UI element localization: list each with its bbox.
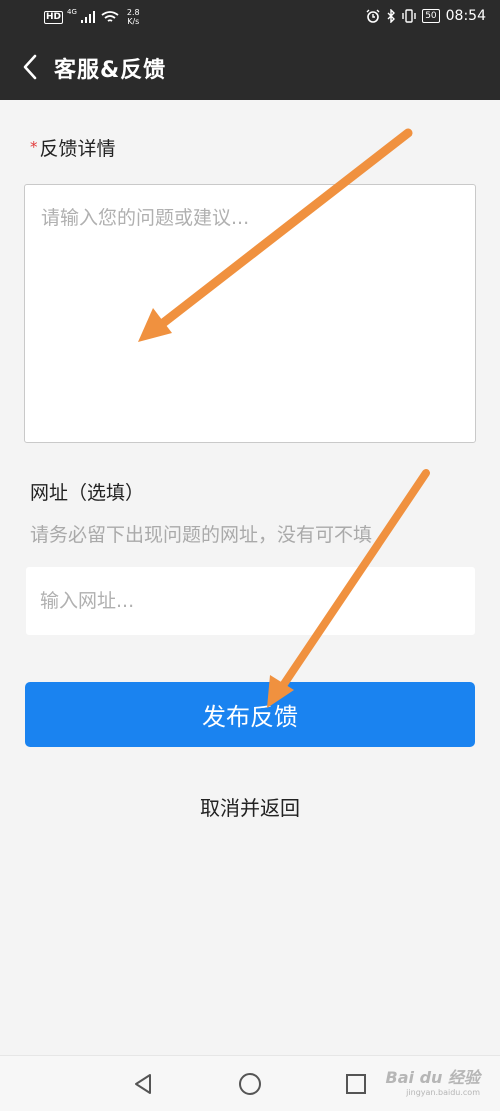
- detail-label-text: 反馈详情: [39, 138, 116, 160]
- bluetooth-icon: [387, 9, 396, 23]
- wifi-icon: [101, 10, 119, 22]
- page-title: 客服&反馈: [54, 58, 167, 83]
- required-mark: *: [30, 138, 38, 156]
- baidu-watermark: Bai du 经验: [385, 1068, 480, 1087]
- circle-home-icon: [239, 1073, 261, 1095]
- nav-home-button[interactable]: [236, 1070, 264, 1098]
- speed-value: 2.8: [126, 8, 140, 17]
- vibrate-icon: [402, 9, 416, 23]
- status-time: 08:54: [445, 8, 486, 24]
- status-bar: HD 4G 2.8 K/s 50 08:54: [0, 0, 500, 34]
- speed-unit: K/s: [127, 17, 140, 26]
- baidu-watermark-url: jingyan.baidu.com: [406, 1088, 480, 1097]
- hd-badge: HD: [44, 10, 64, 24]
- battery-indicator: 50: [422, 9, 440, 23]
- chevron-left-icon: [23, 54, 37, 80]
- url-hint: 请务必留下出现问题的网址，没有可不填: [30, 524, 373, 546]
- square-recents-icon: [346, 1074, 366, 1094]
- url-input[interactable]: [26, 567, 475, 635]
- cancel-return-button[interactable]: 取消并返回: [0, 792, 500, 821]
- triangle-back-icon: [135, 1074, 151, 1094]
- annotation-arrows: [138, 128, 430, 708]
- network-type: 4G: [67, 8, 77, 16]
- alarm-icon: [366, 9, 380, 23]
- submit-feedback-button[interactable]: 发布反馈: [25, 682, 475, 747]
- url-field: [26, 567, 475, 635]
- status-right: 50 08:54: [366, 8, 486, 24]
- url-label: 网址（选填）: [30, 482, 145, 504]
- detail-textarea[interactable]: [25, 185, 475, 442]
- back-button[interactable]: [16, 52, 46, 82]
- app-bar: 客服&反馈: [0, 34, 500, 100]
- detail-label: * 反馈详情: [30, 134, 116, 161]
- network-speed: 2.8 K/s: [127, 8, 140, 26]
- nav-recents-button[interactable]: [342, 1070, 370, 1098]
- signal-icon: [80, 11, 95, 23]
- detail-field: [24, 184, 476, 443]
- nav-back-button[interactable]: [130, 1070, 158, 1098]
- status-left: HD 4G 2.8 K/s: [44, 8, 140, 26]
